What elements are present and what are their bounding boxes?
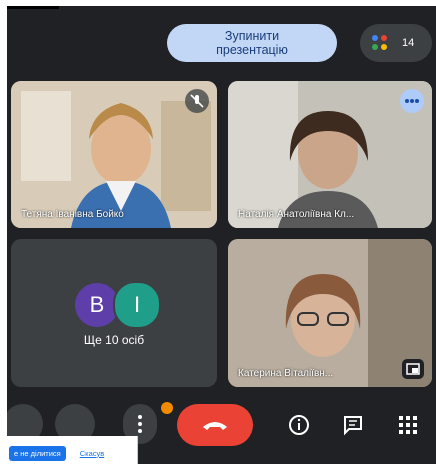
chat-icon[interactable] bbox=[340, 412, 366, 438]
top-divider bbox=[7, 6, 59, 9]
participant-name: Наталія Анатоліївна Кл... bbox=[238, 209, 355, 220]
mic-off-icon bbox=[185, 89, 209, 113]
stop-presentation-button[interactable]: Зупинити презентацію bbox=[167, 24, 337, 62]
present-icon bbox=[402, 359, 424, 379]
leave-call-button[interactable] bbox=[177, 404, 253, 446]
share-popup: е не ділитися Скасув bbox=[7, 436, 138, 464]
call-end-icon bbox=[203, 422, 227, 430]
people-icon bbox=[372, 35, 387, 50]
dont-share-button[interactable]: е не ділитися bbox=[9, 445, 66, 461]
participant-name: Катерина Віталіївн... bbox=[238, 368, 334, 379]
others-count-label: Ще 10 осіб bbox=[83, 333, 145, 347]
avatar: I bbox=[113, 281, 161, 329]
apps-grid-icon[interactable] bbox=[395, 412, 421, 438]
participants-button[interactable]: 14 bbox=[360, 24, 432, 62]
notification-dot bbox=[161, 402, 173, 414]
more-horiz-icon[interactable] bbox=[400, 89, 424, 113]
video-tile-1[interactable]: Тетяна Іванівна Бойко bbox=[11, 81, 217, 228]
avatar-group: B I bbox=[71, 281, 171, 329]
others-tile[interactable]: B I Ще 10 осіб bbox=[11, 239, 217, 387]
info-icon[interactable] bbox=[286, 412, 312, 438]
cancel-link[interactable]: Скасув bbox=[80, 449, 105, 458]
video-tile-2[interactable]: Наталія Анатоліївна Кл... bbox=[228, 81, 432, 228]
participant-name: Тетяна Іванівна Бойко bbox=[21, 209, 124, 220]
video-tile-4[interactable]: Катерина Віталіївн... bbox=[228, 239, 432, 387]
participants-count: 14 bbox=[402, 37, 415, 49]
meet-window: Зупинити презентацію 14 Тетяна Іванівна … bbox=[7, 6, 436, 464]
